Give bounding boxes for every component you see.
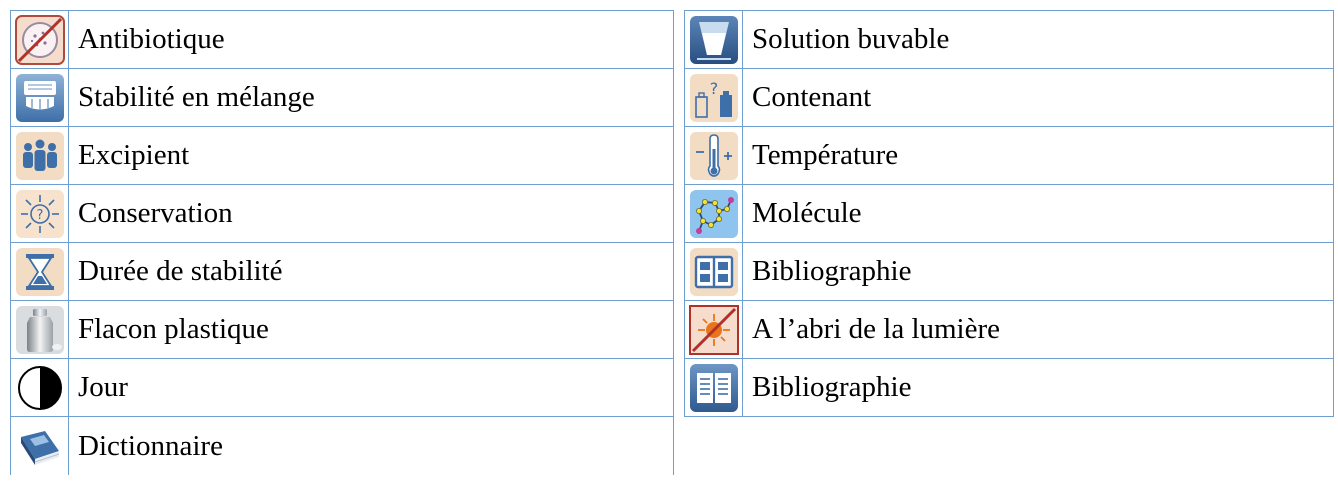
legend-label: Flacon plastique xyxy=(68,300,674,359)
bibliography-open-book-icon xyxy=(689,363,739,413)
legend-label: Molécule xyxy=(742,184,1334,243)
conservation-sun-icon: ? xyxy=(15,189,65,239)
legend-row: Molécule xyxy=(684,184,1334,243)
thermometer-icon xyxy=(689,131,739,181)
legend-label: Contenant xyxy=(742,68,1334,127)
plastic-bottle-icon xyxy=(15,305,65,355)
legend-label: A l’abri de la lumière xyxy=(742,300,1334,359)
legend-label: Température xyxy=(742,126,1334,185)
legend-row: Bibliographie xyxy=(684,242,1334,301)
legend-row: ? Conservation xyxy=(10,184,674,243)
legend-row: Flacon plastique xyxy=(10,300,674,359)
container-question-icon: ? xyxy=(689,73,739,123)
drinking-glass-icon xyxy=(689,15,739,65)
legend-row: A l’abri de la lumière xyxy=(684,300,1334,359)
legend-label: Bibliographie xyxy=(742,242,1334,301)
legend-label: Conservation xyxy=(68,184,674,243)
legend-row: Durée de stabilité xyxy=(10,242,674,301)
legend-row: Température xyxy=(684,126,1334,185)
legend-row: Bibliographie xyxy=(684,358,1334,417)
legend-label: Excipient xyxy=(68,126,674,185)
legend-row: Dictionnaire xyxy=(10,416,674,475)
dictionary-book-icon xyxy=(15,425,65,475)
half-circle-icon xyxy=(15,363,65,413)
legend-label: Jour xyxy=(68,358,674,417)
legend-label: Bibliographie xyxy=(742,358,1334,417)
no-light-icon xyxy=(688,304,739,355)
legend-row: Solution buvable xyxy=(684,10,1334,69)
legend-label: Dictionnaire xyxy=(68,416,674,475)
legend-row: Antibiotique xyxy=(10,10,674,69)
mixing-stability-icon xyxy=(15,73,65,123)
bibliography-book-icon xyxy=(689,247,739,297)
antibiotic-icon xyxy=(14,14,65,65)
legend-label: Antibiotique xyxy=(68,10,674,69)
legend-label: Stabilité en mélange xyxy=(68,68,674,127)
legend-table-left: Antibiotique Stabilité en mélange Excipi… xyxy=(10,10,674,475)
excipient-people-icon xyxy=(15,131,65,181)
legend-row: ? Contenant xyxy=(684,68,1334,127)
legend-row: Jour xyxy=(10,358,674,417)
molecule-icon xyxy=(689,189,739,239)
svg-text:?: ? xyxy=(709,79,718,98)
legend-label: Durée de stabilité xyxy=(68,242,674,301)
legend-row: Excipient xyxy=(10,126,674,185)
svg-text:?: ? xyxy=(36,208,43,223)
legend-row: Stabilité en mélange xyxy=(10,68,674,127)
legend-table-right: Solution buvable ? Contenant Température… xyxy=(684,10,1334,417)
hourglass-icon xyxy=(15,247,65,297)
legend-label: Solution buvable xyxy=(742,10,1334,69)
